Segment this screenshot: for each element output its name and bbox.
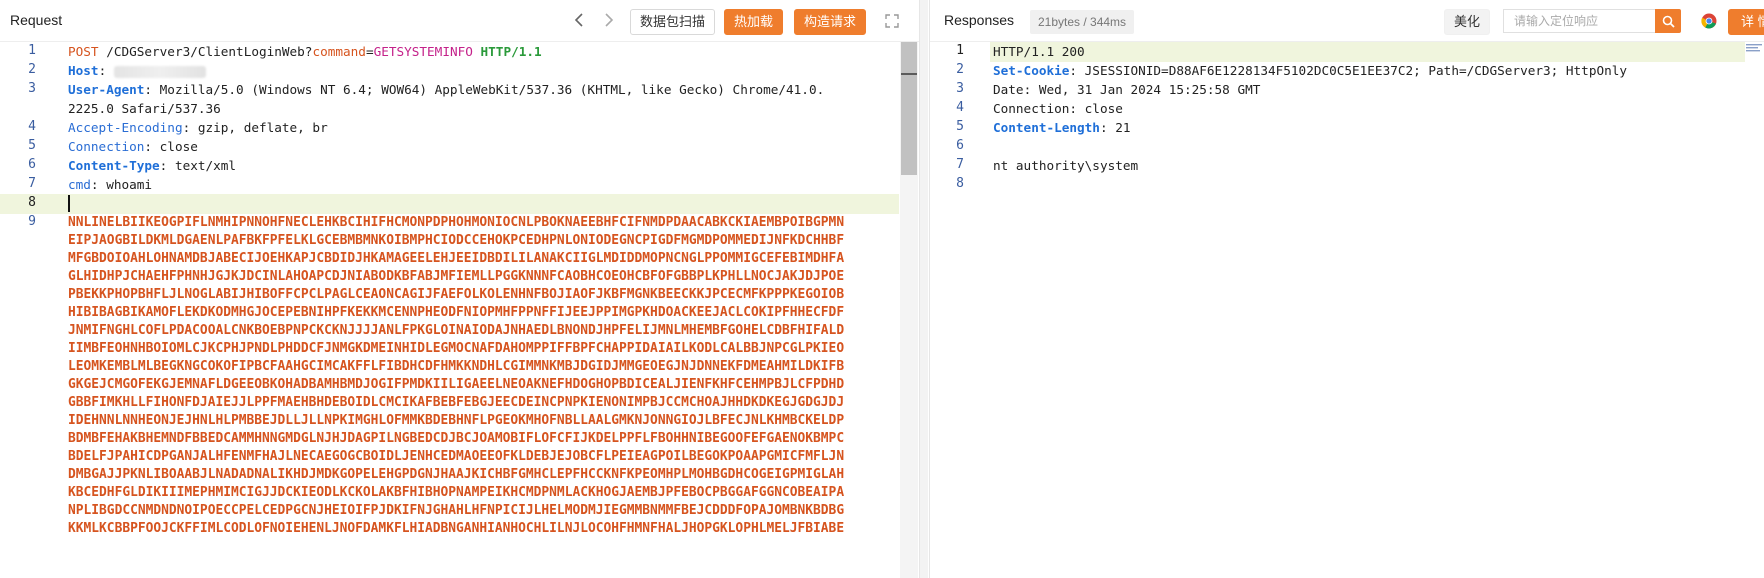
request-body-line: GKGEJCMGOFEKGJEMNAFLDGEEOBKOHADBAMHBMDJO… — [68, 377, 845, 392]
line-number: 5 — [956, 119, 964, 134]
panel-divider[interactable] — [920, 0, 928, 578]
line-number: 5 — [28, 138, 36, 153]
details-button[interactable]: 详 情 — [1728, 9, 1764, 35]
line-number: 3 — [28, 81, 36, 96]
line-number: 1 — [28, 43, 36, 58]
request-body-line: GBBFIMKHLLFIHONFDJAIEJJLPPFMAEHBHDEBOIDL… — [68, 395, 845, 410]
request-line: 4 Accept-Encoding: gzip, deflate, br — [0, 118, 919, 138]
line-number: 8 — [956, 176, 964, 191]
packet-scan-button[interactable]: 数据包扫描 — [630, 9, 716, 35]
request-scrollbar-thumb[interactable] — [901, 42, 917, 175]
redacted-host — [113, 65, 206, 78]
host-header: Host: — [68, 63, 206, 78]
response-body-output: nt authority\system — [993, 158, 1139, 173]
search-icon — [1662, 15, 1675, 28]
search-button[interactable] — [1655, 9, 1681, 33]
accept-encoding-header: Accept-Encoding: gzip, deflate, br — [68, 120, 328, 135]
locate-response-input[interactable] — [1503, 9, 1656, 33]
line-number: 2 — [956, 62, 964, 77]
request-body-line: LEOMKEMBLMLBEGKNGCOKOFIPBCFAAHGCIMCAKFFL… — [68, 359, 845, 374]
response-line: 4 Connection: close — [930, 99, 1764, 119]
request-editor[interactable]: 1 POST /CDGServer3/ClientLoginWeb?comman… — [0, 42, 919, 578]
line-number: 8 — [28, 195, 36, 210]
set-cookie-header: Set-Cookie: JSESSIONID=D88AF6E1228134F51… — [993, 63, 1628, 78]
request-body-line: KKMLKCBBPFOOJCKFFIMLCODLOFNOIEHENLJNOFDA… — [68, 521, 845, 536]
line-number: 3 — [956, 81, 964, 96]
request-line: 5 Connection: close — [0, 137, 919, 157]
request-body-line: NPLIBGDCCNMDNDNOIPOECCPELCEDPGCNJHEIOIFP… — [68, 503, 845, 518]
minimap-icon[interactable] — [1745, 42, 1764, 54]
user-agent-header: User-Agent: Mozilla/5.0 (Windows NT 6.4;… — [68, 82, 825, 97]
line-number: 1 — [956, 43, 964, 58]
request-panel: Request 数据包扫描 热加载 构造请求 1 POST /CDGServer… — [0, 0, 920, 578]
cmd-header: cmd: whoami — [68, 177, 153, 192]
request-header: Request 数据包扫描 热加载 构造请求 — [0, 0, 919, 42]
status-line: HTTP/1.1 200 — [993, 44, 1085, 59]
response-line: 3 Date: Wed, 31 Jan 2024 15:25:58 GMT — [930, 80, 1764, 100]
request-body-line: EIPJAOGBILDKMLDGAENLPAFBKFPFELKLGCEBMBMN… — [68, 233, 845, 248]
request-body-line: NNLINELBIIKEOGPIFLNMHIPNNOHFNECLEHKBCIHI… — [68, 215, 845, 230]
response-line: 5 Content-Length: 21 — [930, 118, 1764, 138]
request-title: Request — [10, 12, 63, 28]
user-agent-continuation: 2225.0 Safari/537.36 — [68, 101, 221, 116]
request-body-line: GLHIDHPJCHAEHFPHNHJGJKJDCINLAHOAPCDJNIAB… — [68, 269, 845, 284]
line-number: 6 — [28, 157, 36, 172]
line-number: 2 — [28, 62, 36, 77]
content-type-header: Content-Type: text/xml — [68, 158, 237, 173]
line-number: 7 — [956, 157, 964, 172]
request-body-line: BDMBFEHAKBHEMNDFBBEDCAMMHNNGMDGLNJHJDAGP… — [68, 431, 845, 446]
content-length-header: Content-Length: 21 — [993, 120, 1131, 135]
request-line: 2 Host: — [0, 61, 919, 81]
request-body-line: BDELFJPAHICDPGANJALHFENMFHAJLNECAEGOGCBO… — [68, 449, 845, 464]
request-body-line: PBEKKPHOPBHFLJLNOGLABIJHIBOFFCPCLPAGLCEA… — [68, 287, 845, 302]
beautify-button[interactable]: 美化 — [1444, 9, 1491, 35]
request-body-line: IDEHNNLNNHEONJEJHNLHLPMBBEJDLLJLLNPKIMGH… — [68, 413, 845, 428]
forward-icon[interactable] — [600, 10, 618, 30]
request-line-wrap: 2225.0 Safari/537.36 — [0, 99, 919, 119]
line-number: 4 — [956, 100, 964, 115]
request-line-content: POST /CDGServer3/ClientLoginWeb?command=… — [68, 44, 542, 59]
response-editor[interactable]: 1 HTTP/1.1 200 2 Set-Cookie: JSESSIONID=… — [930, 42, 1764, 578]
response-stats: 21bytes / 344ms — [1030, 10, 1135, 34]
request-line: 7 cmd: whoami — [0, 175, 919, 195]
request-line-current: 8 — [0, 194, 899, 214]
request-line: 1 POST /CDGServer3/ClientLoginWeb?comman… — [0, 42, 919, 62]
scrollbar-marker — [901, 73, 917, 75]
connection-header: Connection: close — [993, 101, 1123, 116]
back-icon[interactable] — [570, 10, 588, 30]
fullscreen-icon[interactable] — [880, 9, 904, 33]
response-line: 6 — [930, 137, 1764, 157]
hot-load-button[interactable]: 热加载 — [724, 9, 784, 35]
request-body-line: DMBGAJJPKNLIBOAABJLNADADNALIKHDJMDKGOPEL… — [68, 467, 845, 482]
connection-header: Connection: close — [68, 139, 198, 154]
request-body-line: JNMIFNGHLCOFLPDACOOALCNKBOEBPNPCKCKNJJJJ… — [68, 323, 845, 338]
date-header: Date: Wed, 31 Jan 2024 15:25:58 GMT — [993, 82, 1261, 97]
response-line: 1 HTTP/1.1 200 — [930, 42, 1764, 62]
response-line: 7 nt authority\system — [930, 156, 1764, 176]
request-body-line: HIBIBAGBIKAMOFLEKDKODMHGJOCEPEBNIHPFKEKK… — [68, 305, 845, 320]
line-number: 7 — [28, 176, 36, 191]
response-title: Responses — [944, 12, 1015, 28]
chrome-icon[interactable] — [1697, 9, 1721, 33]
line-number: 4 — [28, 119, 36, 134]
request-body-line: IIMBFEOHNHBOIOMLCJKCPHJPNDLPHDDCFJNMGKDM… — [68, 341, 845, 356]
request-line: 3 User-Agent: Mozilla/5.0 (Windows NT 6.… — [0, 80, 919, 100]
line-number: 9 — [28, 214, 36, 229]
construct-request-button[interactable]: 构造请求 — [794, 9, 867, 35]
response-header: Responses 21bytes / 344ms 美化 详 情 — [930, 0, 1764, 42]
response-line: 8 — [930, 175, 1764, 195]
request-body-line: MFGBDOIOAHLOHNAMDBJABECIJOEHKAPJCBDIDJHK… — [68, 251, 845, 266]
request-body-line: KBCEDHFGLDIKIIIMEPHMIMCIGJJDCKIEODLKCKOL… — [68, 485, 845, 500]
response-panel: Responses 21bytes / 344ms 美化 详 情 1 HTTP/… — [929, 0, 1764, 578]
line-number: 6 — [956, 138, 964, 153]
text-cursor — [68, 195, 70, 212]
request-line: 6 Content-Type: text/xml — [0, 156, 919, 176]
response-line: 2 Set-Cookie: JSESSIONID=D88AF6E1228134F… — [930, 61, 1764, 81]
